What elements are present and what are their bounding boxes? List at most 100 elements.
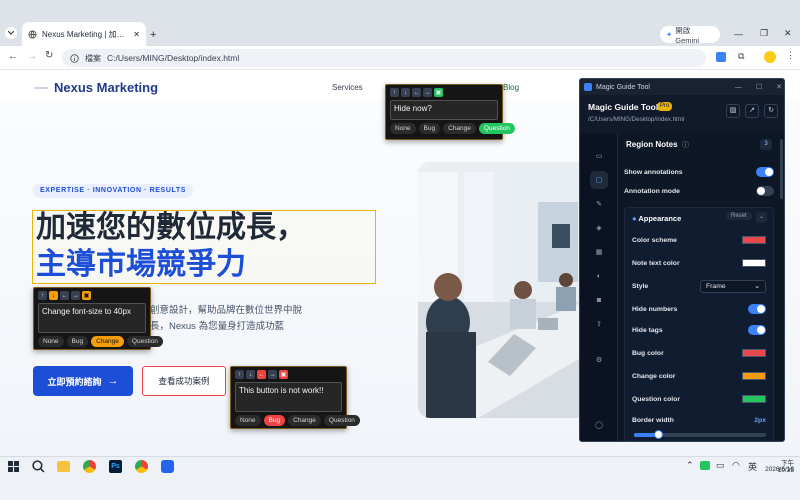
tag-none[interactable]: None — [235, 415, 261, 426]
settings-gear-icon[interactable]: ⚙ — [590, 351, 608, 369]
photoshop-icon[interactable]: Ps — [109, 460, 122, 473]
chat-icon[interactable]: ◯ — [590, 416, 608, 434]
annotation-note-button[interactable]: ↑ ↓ ← → ▣ This button is not work!! None… — [230, 366, 360, 429]
ruler-icon[interactable]: ▭ — [590, 147, 608, 165]
app-icon[interactable] — [161, 460, 174, 473]
tag-change[interactable]: Change — [443, 123, 476, 134]
forward-arrow-icon[interactable]: → — [27, 51, 37, 62]
note-text-input[interactable]: Hide now? — [390, 100, 498, 120]
gemini-button[interactable]: ✦ 開啟 Gemini — [660, 26, 720, 45]
windows-start-icon[interactable] — [8, 461, 19, 472]
view-cases-button[interactable]: 查看成功案例 — [142, 366, 226, 396]
tag-bug[interactable]: Bug — [66, 336, 89, 347]
pencil-icon[interactable]: ✎ — [590, 195, 608, 213]
new-tab-button[interactable]: + — [150, 29, 156, 41]
save-icon[interactable]: ▣ — [434, 88, 443, 97]
camera-icon[interactable]: ◙ — [590, 291, 608, 309]
note-text-input[interactable]: This button is not work!! — [235, 382, 342, 412]
site-brand[interactable]: Nexus Marketing — [54, 80, 158, 95]
droplet-icon[interactable]: ◐ — [590, 267, 608, 285]
reset-button[interactable]: Reset — [726, 212, 752, 220]
slider-knob[interactable] — [653, 430, 663, 439]
move-left-icon[interactable]: ← — [412, 88, 421, 97]
change-color-swatch[interactable] — [742, 372, 766, 380]
chrome-profile-icon[interactable] — [135, 460, 148, 473]
move-up-icon[interactable]: ↑ — [390, 88, 399, 97]
tag-bug[interactable]: Bug — [263, 415, 286, 426]
search-icon[interactable] — [32, 460, 45, 473]
tab-search-button[interactable] — [5, 27, 17, 39]
nav-link-services[interactable]: Services — [332, 83, 363, 92]
image-icon[interactable]: ▨ — [726, 104, 740, 118]
tab-close-icon[interactable]: ✕ — [133, 30, 140, 39]
question-color-swatch[interactable] — [742, 395, 766, 403]
help-icon[interactable]: ⓘ — [682, 140, 689, 150]
move-down-icon[interactable]: ↓ — [49, 291, 58, 300]
tag-question[interactable]: Question — [126, 336, 163, 347]
more-menu-icon[interactable]: ⋮ — [786, 50, 795, 61]
move-right-icon[interactable]: → — [71, 291, 80, 300]
refresh-icon[interactable]: ↻ — [764, 104, 778, 118]
tag-bug[interactable]: Bug — [418, 123, 441, 134]
border-width-slider[interactable] — [634, 430, 766, 439]
nav-link-blog[interactable]: Blog — [503, 83, 519, 92]
chevron-down-icon[interactable]: ⌄ — [756, 212, 767, 223]
chrome-icon[interactable] — [83, 460, 96, 473]
panel-close-icon[interactable]: ✕ — [776, 83, 782, 91]
comment-icon[interactable]: ▢ — [590, 171, 608, 189]
monitor-icon[interactable]: ▭ — [716, 460, 725, 471]
profile-avatar[interactable] — [764, 51, 776, 63]
info-icon — [70, 53, 79, 63]
note-text-color-swatch[interactable] — [742, 259, 766, 267]
wifi-icon[interactable]: ◠ — [732, 460, 740, 471]
browser-tab[interactable]: Nexus Marketing | 加速您的數 ✕ — [22, 22, 146, 46]
bug-color-swatch[interactable] — [742, 349, 766, 357]
hide-numbers-toggle[interactable] — [748, 304, 766, 314]
tag-change[interactable]: Change — [288, 415, 321, 426]
browser-tab-strip: Nexus Marketing | 加速您的數 ✕ + ✦ 開啟 Gemini … — [0, 0, 800, 46]
line-app-icon[interactable] — [700, 461, 710, 470]
panel-maximize-icon[interactable]: ☐ — [756, 83, 762, 91]
annotation-mode-toggle[interactable] — [756, 186, 774, 196]
move-left-icon[interactable]: ← — [60, 291, 69, 300]
panel-minimize-icon[interactable]: — — [735, 84, 742, 91]
tag-none[interactable]: None — [38, 336, 64, 347]
move-down-icon[interactable]: ↓ — [401, 88, 410, 97]
chevron-up-icon[interactable]: ⌃ — [686, 460, 694, 471]
hide-tags-toggle[interactable] — [748, 325, 766, 335]
color-scheme-swatch[interactable] — [742, 236, 766, 244]
show-annotations-toggle[interactable] — [756, 167, 774, 177]
grid-icon[interactable]: ▦ — [590, 243, 608, 261]
external-link-icon[interactable]: ↗ — [745, 104, 759, 118]
move-up-icon[interactable]: ↑ — [38, 291, 47, 300]
style-select[interactable]: Frame ⌄ — [700, 279, 766, 293]
upload-icon[interactable]: ⇪ — [590, 315, 608, 333]
minimize-icon[interactable]: — — [734, 29, 743, 39]
book-consultation-button[interactable]: 立即預約諮詢 → — [33, 366, 133, 396]
extensions-puzzle-icon[interactable]: ⧉ — [738, 51, 744, 62]
back-arrow-icon[interactable]: ← — [8, 51, 18, 62]
reload-icon[interactable]: ↻ — [45, 50, 53, 61]
omnibox[interactable]: 檔案 C:/Users/MING/Desktop/index.html — [62, 49, 706, 67]
annotation-note-headline[interactable]: ↑ ↓ ← → ▣ Change font-size to 40px None … — [33, 287, 163, 350]
tag-change[interactable]: Change — [91, 336, 124, 347]
save-icon[interactable]: ▣ — [82, 291, 91, 300]
save-icon[interactable]: ▣ — [279, 370, 288, 379]
move-down-icon[interactable]: ↓ — [246, 370, 255, 379]
tag-question[interactable]: Question — [323, 415, 360, 426]
panel-scrollbar[interactable] — [780, 139, 783, 199]
tag-question[interactable]: Question — [478, 123, 515, 134]
move-right-icon[interactable]: → — [423, 88, 432, 97]
move-up-icon[interactable]: ↑ — [235, 370, 244, 379]
tag-none[interactable]: None — [390, 123, 416, 134]
file-explorer-icon[interactable] — [57, 461, 70, 472]
ime-indicator[interactable]: 英 — [748, 460, 757, 473]
annotation-note-top[interactable]: ↑ ↓ ← → ▣ Hide now? None Bug Change Ques… — [385, 84, 515, 140]
move-left-icon[interactable]: ← — [257, 370, 266, 379]
extension-icon[interactable] — [716, 52, 726, 62]
note-text-input[interactable]: Change font-size to 40px — [38, 303, 146, 333]
layers-icon[interactable]: ◈ — [590, 219, 608, 237]
close-window-icon[interactable]: ✕ — [784, 28, 792, 39]
restore-icon[interactable]: ❐ — [760, 28, 768, 39]
move-right-icon[interactable]: → — [268, 370, 277, 379]
